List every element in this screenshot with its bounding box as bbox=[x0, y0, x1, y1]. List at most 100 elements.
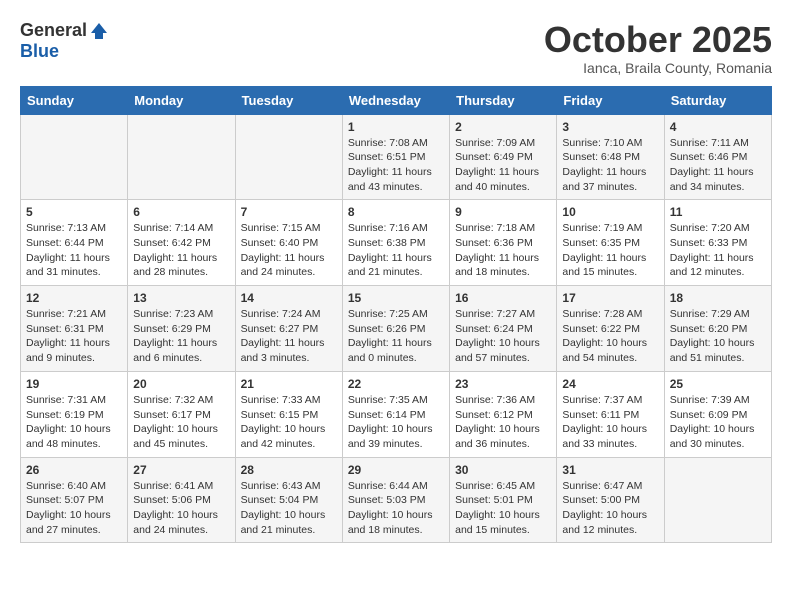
day-cell bbox=[21, 114, 128, 200]
day-number: 3 bbox=[562, 120, 658, 134]
page-header: General Blue October 2025 Ianca, Braila … bbox=[20, 20, 772, 76]
week-row-2: 5 Sunrise: 7:13 AMSunset: 6:44 PMDaylight… bbox=[21, 200, 772, 286]
day-info: Sunrise: 7:36 AMSunset: 6:12 PMDaylight:… bbox=[455, 393, 551, 452]
day-info: Sunrise: 7:11 AMSunset: 6:46 PMDaylight:… bbox=[670, 136, 766, 195]
day-info: Sunrise: 7:37 AMSunset: 6:11 PMDaylight:… bbox=[562, 393, 658, 452]
day-number: 24 bbox=[562, 377, 658, 391]
day-number: 6 bbox=[133, 205, 229, 219]
day-cell: 1 Sunrise: 7:08 AMSunset: 6:51 PMDaylight… bbox=[342, 114, 449, 200]
day-info: Sunrise: 7:28 AMSunset: 6:22 PMDaylight:… bbox=[562, 307, 658, 366]
day-number: 19 bbox=[26, 377, 122, 391]
title-section: October 2025 Ianca, Braila County, Roman… bbox=[544, 20, 772, 76]
header-tuesday: Tuesday bbox=[235, 86, 342, 114]
day-info: Sunrise: 6:45 AMSunset: 5:01 PMDaylight:… bbox=[455, 479, 551, 538]
calendar-table: SundayMondayTuesdayWednesdayThursdayFrid… bbox=[20, 86, 772, 544]
day-info: Sunrise: 6:41 AMSunset: 5:06 PMDaylight:… bbox=[133, 479, 229, 538]
day-number: 15 bbox=[348, 291, 444, 305]
day-info: Sunrise: 7:32 AMSunset: 6:17 PMDaylight:… bbox=[133, 393, 229, 452]
day-cell: 28Sunrise: 6:43 AMSunset: 5:04 PMDayligh… bbox=[235, 457, 342, 543]
day-number: 7 bbox=[241, 205, 337, 219]
week-row-1: 1 Sunrise: 7:08 AMSunset: 6:51 PMDaylight… bbox=[21, 114, 772, 200]
day-number: 13 bbox=[133, 291, 229, 305]
day-number: 8 bbox=[348, 205, 444, 219]
day-cell: 3Sunrise: 7:10 AMSunset: 6:48 PMDaylight… bbox=[557, 114, 664, 200]
day-cell: 10 Sunrise: 7:19 AMSunset: 6:35 PMDayligh… bbox=[557, 200, 664, 286]
day-number: 16 bbox=[455, 291, 551, 305]
day-cell: 24 Sunrise: 7:37 AMSunset: 6:11 PMDayligh… bbox=[557, 371, 664, 457]
day-cell: 5 Sunrise: 7:13 AMSunset: 6:44 PMDaylight… bbox=[21, 200, 128, 286]
header-row: SundayMondayTuesdayWednesdayThursdayFrid… bbox=[21, 86, 772, 114]
day-info: Sunrise: 7:27 AMSunset: 6:24 PMDaylight:… bbox=[455, 307, 551, 366]
logo: General Blue bbox=[20, 20, 109, 62]
day-info: Sunrise: 7:35 AMSunset: 6:14 PMDaylight:… bbox=[348, 393, 444, 452]
day-cell: 8 Sunrise: 7:16 AMSunset: 6:38 PMDaylight… bbox=[342, 200, 449, 286]
day-number: 18 bbox=[670, 291, 766, 305]
day-number: 25 bbox=[670, 377, 766, 391]
location-subtitle: Ianca, Braila County, Romania bbox=[544, 60, 772, 76]
day-number: 12 bbox=[26, 291, 122, 305]
day-number: 20 bbox=[133, 377, 229, 391]
day-info: Sunrise: 7:20 AMSunset: 6:33 PMDaylight:… bbox=[670, 221, 766, 280]
day-number: 28 bbox=[241, 463, 337, 477]
day-cell: 15 Sunrise: 7:25 AMSunset: 6:26 PMDayligh… bbox=[342, 286, 449, 372]
day-cell bbox=[128, 114, 235, 200]
day-number: 23 bbox=[455, 377, 551, 391]
day-cell: 22 Sunrise: 7:35 AMSunset: 6:14 PMDayligh… bbox=[342, 371, 449, 457]
day-info: Sunrise: 7:23 AMSunset: 6:29 PMDaylight:… bbox=[133, 307, 229, 366]
day-cell: 12 Sunrise: 7:21 AMSunset: 6:31 PMDayligh… bbox=[21, 286, 128, 372]
week-row-5: 26 Sunrise: 6:40 AMSunset: 5:07 PMDayligh… bbox=[21, 457, 772, 543]
day-cell: 9Sunrise: 7:18 AMSunset: 6:36 PMDaylight… bbox=[450, 200, 557, 286]
day-cell: 13 Sunrise: 7:23 AMSunset: 6:29 PMDayligh… bbox=[128, 286, 235, 372]
day-number: 11 bbox=[670, 205, 766, 219]
day-number: 22 bbox=[348, 377, 444, 391]
day-cell: 14Sunrise: 7:24 AMSunset: 6:27 PMDayligh… bbox=[235, 286, 342, 372]
day-number: 4 bbox=[670, 120, 766, 134]
day-info: Sunrise: 7:19 AMSunset: 6:35 PMDaylight:… bbox=[562, 221, 658, 280]
day-info: Sunrise: 7:25 AMSunset: 6:26 PMDaylight:… bbox=[348, 307, 444, 366]
header-saturday: Saturday bbox=[664, 86, 771, 114]
day-cell: 27 Sunrise: 6:41 AMSunset: 5:06 PMDayligh… bbox=[128, 457, 235, 543]
day-cell: 19 Sunrise: 7:31 AMSunset: 6:19 PMDayligh… bbox=[21, 371, 128, 457]
day-info: Sunrise: 7:09 AMSunset: 6:49 PMDaylight:… bbox=[455, 136, 551, 195]
day-info: Sunrise: 7:18 AMSunset: 6:36 PMDaylight:… bbox=[455, 221, 551, 280]
day-cell: 26 Sunrise: 6:40 AMSunset: 5:07 PMDayligh… bbox=[21, 457, 128, 543]
day-info: Sunrise: 6:47 AMSunset: 5:00 PMDaylight:… bbox=[562, 479, 658, 538]
day-number: 5 bbox=[26, 205, 122, 219]
day-number: 21 bbox=[241, 377, 337, 391]
day-info: Sunrise: 6:40 AMSunset: 5:07 PMDaylight:… bbox=[26, 479, 122, 538]
day-cell: 7 Sunrise: 7:15 AMSunset: 6:40 PMDaylight… bbox=[235, 200, 342, 286]
day-cell bbox=[235, 114, 342, 200]
day-number: 31 bbox=[562, 463, 658, 477]
day-cell: 18Sunrise: 7:29 AMSunset: 6:20 PMDayligh… bbox=[664, 286, 771, 372]
day-info: Sunrise: 7:14 AMSunset: 6:42 PMDaylight:… bbox=[133, 221, 229, 280]
header-thursday: Thursday bbox=[450, 86, 557, 114]
day-cell: 17 Sunrise: 7:28 AMSunset: 6:22 PMDayligh… bbox=[557, 286, 664, 372]
day-info: Sunrise: 7:21 AMSunset: 6:31 PMDaylight:… bbox=[26, 307, 122, 366]
day-info: Sunrise: 7:15 AMSunset: 6:40 PMDaylight:… bbox=[241, 221, 337, 280]
day-info: Sunrise: 7:33 AMSunset: 6:15 PMDaylight:… bbox=[241, 393, 337, 452]
week-row-3: 12 Sunrise: 7:21 AMSunset: 6:31 PMDayligh… bbox=[21, 286, 772, 372]
day-number: 17 bbox=[562, 291, 658, 305]
day-number: 29 bbox=[348, 463, 444, 477]
day-info: Sunrise: 7:16 AMSunset: 6:38 PMDaylight:… bbox=[348, 221, 444, 280]
day-number: 27 bbox=[133, 463, 229, 477]
day-cell: 11 Sunrise: 7:20 AMSunset: 6:33 PMDayligh… bbox=[664, 200, 771, 286]
day-cell: 16 Sunrise: 7:27 AMSunset: 6:24 PMDayligh… bbox=[450, 286, 557, 372]
day-cell bbox=[664, 457, 771, 543]
day-cell: 6 Sunrise: 7:14 AMSunset: 6:42 PMDaylight… bbox=[128, 200, 235, 286]
day-info: Sunrise: 7:39 AMSunset: 6:09 PMDaylight:… bbox=[670, 393, 766, 452]
day-cell: 20 Sunrise: 7:32 AMSunset: 6:17 PMDayligh… bbox=[128, 371, 235, 457]
day-cell: 2Sunrise: 7:09 AMSunset: 6:49 PMDaylight… bbox=[450, 114, 557, 200]
day-info: Sunrise: 7:08 AMSunset: 6:51 PMDaylight:… bbox=[348, 136, 444, 195]
header-monday: Monday bbox=[128, 86, 235, 114]
day-cell: 4 Sunrise: 7:11 AMSunset: 6:46 PMDaylight… bbox=[664, 114, 771, 200]
logo-icon bbox=[89, 21, 109, 41]
day-info: Sunrise: 7:31 AMSunset: 6:19 PMDaylight:… bbox=[26, 393, 122, 452]
day-info: Sunrise: 7:13 AMSunset: 6:44 PMDaylight:… bbox=[26, 221, 122, 280]
header-wednesday: Wednesday bbox=[342, 86, 449, 114]
logo-general-text: General bbox=[20, 20, 87, 41]
day-number: 10 bbox=[562, 205, 658, 219]
day-number: 26 bbox=[26, 463, 122, 477]
header-sunday: Sunday bbox=[21, 86, 128, 114]
day-number: 1 bbox=[348, 120, 444, 134]
